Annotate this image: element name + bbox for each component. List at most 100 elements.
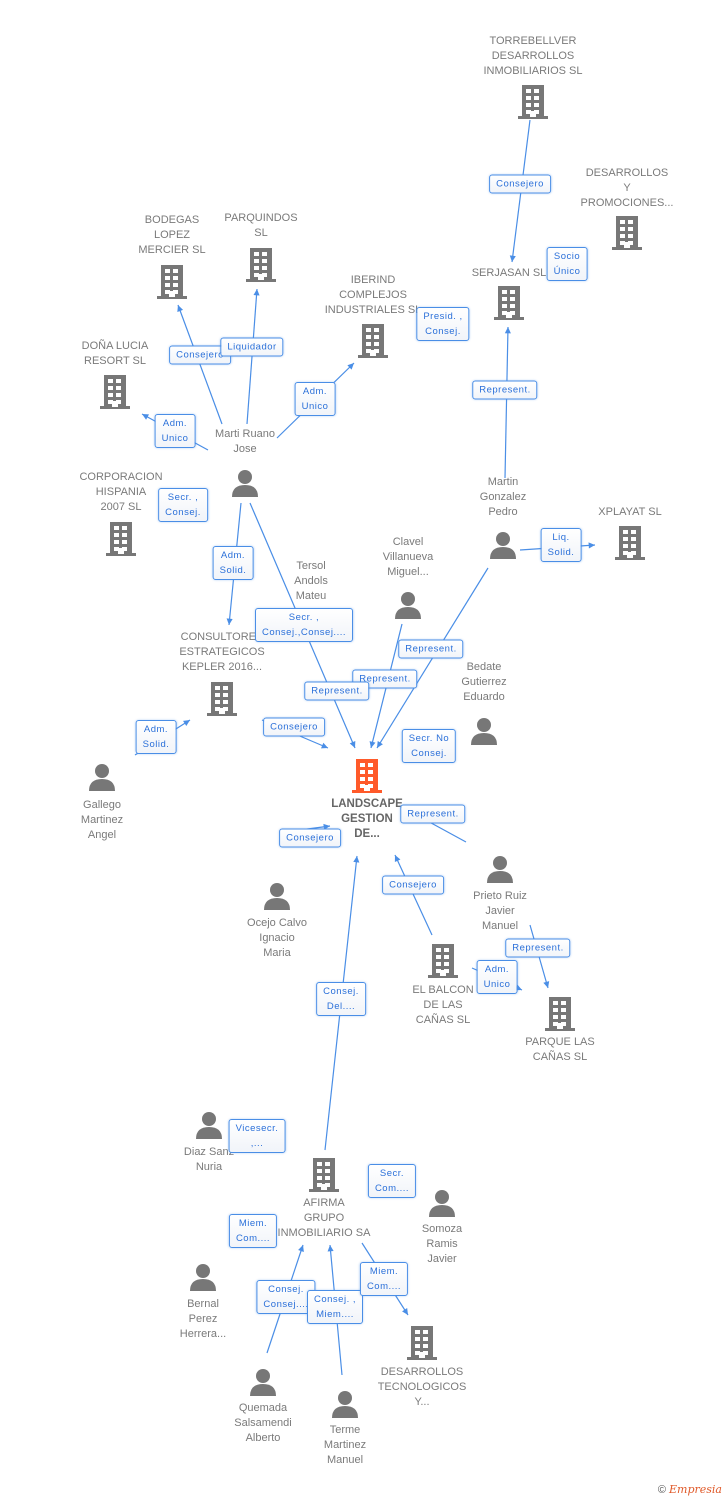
relation-label[interactable]: Secr. , Consej.,Consej.... <box>255 608 353 642</box>
person-icon[interactable] <box>485 854 515 884</box>
node-label-line: CORPORACION <box>79 471 163 483</box>
relation-label[interactable]: Secr. , Consej. <box>158 488 208 522</box>
relation-label-line: Miem. <box>369 1266 399 1277</box>
relation-label[interactable]: Adm. Unico <box>476 960 518 994</box>
node-label[interactable]: PARQUINDOS SL <box>224 211 297 241</box>
relation-label[interactable]: Represent. <box>505 938 571 958</box>
person-icon[interactable] <box>488 530 518 560</box>
node-label[interactable]: Tersol Andols Mateu <box>294 559 328 604</box>
person-icon[interactable] <box>188 1262 218 1292</box>
person-icon[interactable] <box>230 468 260 498</box>
node-label[interactable]: Terme Martinez Manuel <box>324 1423 366 1468</box>
person-icon[interactable] <box>87 762 117 792</box>
relation-label-line: Presid. , <box>423 311 463 322</box>
node-label[interactable]: XPLAYAT SL <box>598 505 661 520</box>
relation-label-line: Secr. No <box>408 733 450 744</box>
relation-label-line: Consej. <box>323 986 359 997</box>
node-label[interactable]: Somoza Ramis Javier <box>422 1222 462 1267</box>
node-label-line: KEPLER 2016... <box>181 661 263 673</box>
node-label[interactable]: Ocejo Calvo Ignacio Maria <box>247 916 307 961</box>
relation-label[interactable]: Adm. Solid. <box>212 546 254 580</box>
relation-label[interactable]: Socio Único <box>546 247 588 281</box>
relation-label[interactable]: Secr. No Consej. <box>401 729 457 763</box>
node-label-line: BODEGAS <box>144 214 200 226</box>
relation-label[interactable]: Adm. Unico <box>294 382 336 416</box>
node-label-line: 2007 SL <box>100 501 142 513</box>
person-icon[interactable] <box>248 1367 278 1397</box>
person-icon[interactable] <box>427 1188 457 1218</box>
building-icon[interactable] <box>205 681 239 717</box>
node-label[interactable]: Diaz Sanz Nuria <box>184 1145 234 1175</box>
building-icon[interactable] <box>613 525 647 561</box>
relation-label[interactable]: Adm. Solid. <box>135 720 177 754</box>
relation-label[interactable]: Represent. <box>472 380 538 400</box>
node-label[interactable]: Gallego Martinez Angel <box>81 798 123 843</box>
arrowhead-icon <box>402 1308 408 1315</box>
relation-label-line: Com.... <box>235 1233 271 1244</box>
relation-label[interactable]: Consejero <box>279 828 341 848</box>
relation-label[interactable]: Liquidador <box>220 337 284 357</box>
building-icon[interactable] <box>356 323 390 359</box>
node-label-line: Bedate <box>466 661 502 673</box>
relation-label[interactable]: Presid. , Consej. <box>416 307 470 341</box>
node-label[interactable]: Quemada Salsamendi Alberto <box>234 1401 291 1446</box>
node-label[interactable]: AFIRMA GRUPO INMOBILIARIO SA <box>278 1196 371 1241</box>
node-label[interactable]: EL BALCON DE LAS CAÑAS SL <box>412 983 473 1028</box>
node-label[interactable]: Bedate Gutierrez Eduardo <box>461 660 506 705</box>
node-label-line: Martin <box>487 476 519 488</box>
relation-label[interactable]: Consejero <box>489 174 551 194</box>
person-icon[interactable] <box>469 716 499 746</box>
building-icon[interactable] <box>155 264 189 300</box>
node-label[interactable]: Clavel Villanueva Miguel... <box>383 535 434 580</box>
node-label[interactable]: DESARROLLOS TECNOLOGICOS Y... <box>378 1365 467 1410</box>
person-icon[interactable] <box>393 590 423 620</box>
node-label[interactable]: Martin Gonzalez Pedro <box>480 475 526 520</box>
relation-label[interactable]: Consejero <box>263 717 325 737</box>
node-label[interactable]: Prieto Ruiz Javier Manuel <box>473 889 527 934</box>
node-label[interactable]: SERJASAN SL <box>472 266 547 281</box>
node-label[interactable]: LANDSCAPE GESTION DE... <box>331 797 403 842</box>
building-icon[interactable] <box>610 215 644 251</box>
node-label[interactable]: CONSULTORES ESTRATEGICOS KEPLER 2016... <box>179 630 264 675</box>
building-icon[interactable] <box>516 84 550 120</box>
node-label[interactable]: BODEGAS LOPEZ MERCIER SL <box>138 213 205 258</box>
building-icon[interactable] <box>98 374 132 410</box>
relation-label-line: Adm. <box>484 964 510 975</box>
person-icon[interactable] <box>262 881 292 911</box>
relation-label[interactable]: Vicesecr.,... <box>228 1119 286 1153</box>
building-icon[interactable] <box>492 285 526 321</box>
building-icon[interactable] <box>405 1325 439 1361</box>
relation-label[interactable]: Consej. , Miem.... <box>307 1290 363 1324</box>
relation-label-line: Socio <box>553 251 581 262</box>
building-icon[interactable] <box>543 996 577 1032</box>
person-icon[interactable] <box>330 1389 360 1419</box>
relation-label[interactable]: Consej. Del.... <box>316 982 366 1016</box>
building-icon[interactable] <box>350 758 384 794</box>
relation-label-line: Liquidador <box>227 341 277 353</box>
node-label[interactable]: DESARROLLOS Y PROMOCIONES... <box>581 166 674 211</box>
node-label-line: SERJASAN SL <box>471 267 547 279</box>
relation-label[interactable]: Consejero <box>382 875 444 895</box>
relation-label-line: Miem. <box>238 1218 268 1229</box>
building-icon[interactable] <box>104 521 138 557</box>
node-label[interactable]: PARQUE LAS CAÑAS SL <box>525 1035 595 1065</box>
relation-label[interactable]: Liq. Solid. <box>540 528 582 562</box>
relation-label[interactable]: Represent. <box>398 639 464 659</box>
relation-label[interactable]: Represent. <box>304 681 370 701</box>
relation-label[interactable]: Adm. Unico <box>154 414 196 448</box>
building-icon[interactable] <box>244 247 278 283</box>
relation-label[interactable]: Miem. Com.... <box>228 1214 278 1248</box>
building-icon[interactable] <box>426 943 460 979</box>
relation-label[interactable]: Miem. Com.... <box>359 1262 409 1296</box>
node-label[interactable]: IBERIND COMPLEJOS INDUSTRIALES SL <box>325 273 422 318</box>
node-label[interactable]: DOÑA LUCIA RESORT SL <box>82 339 149 369</box>
node-label[interactable]: CORPORACION HISPANIA 2007 SL <box>79 470 162 515</box>
node-label[interactable]: Marti Ruano Jose <box>215 427 275 457</box>
relation-label[interactable]: Secr. Com.... <box>367 1164 417 1198</box>
building-icon[interactable] <box>307 1157 341 1193</box>
node-label[interactable]: TORREBELLVER DESARROLLOS INMOBILIARIOS SL <box>483 34 582 79</box>
empresia-logo[interactable]: Empresia <box>669 1483 722 1496</box>
relation-label[interactable]: Represent. <box>400 804 466 824</box>
person-icon[interactable] <box>194 1110 224 1140</box>
node-label[interactable]: Bernal Perez Herrera... <box>180 1297 226 1342</box>
